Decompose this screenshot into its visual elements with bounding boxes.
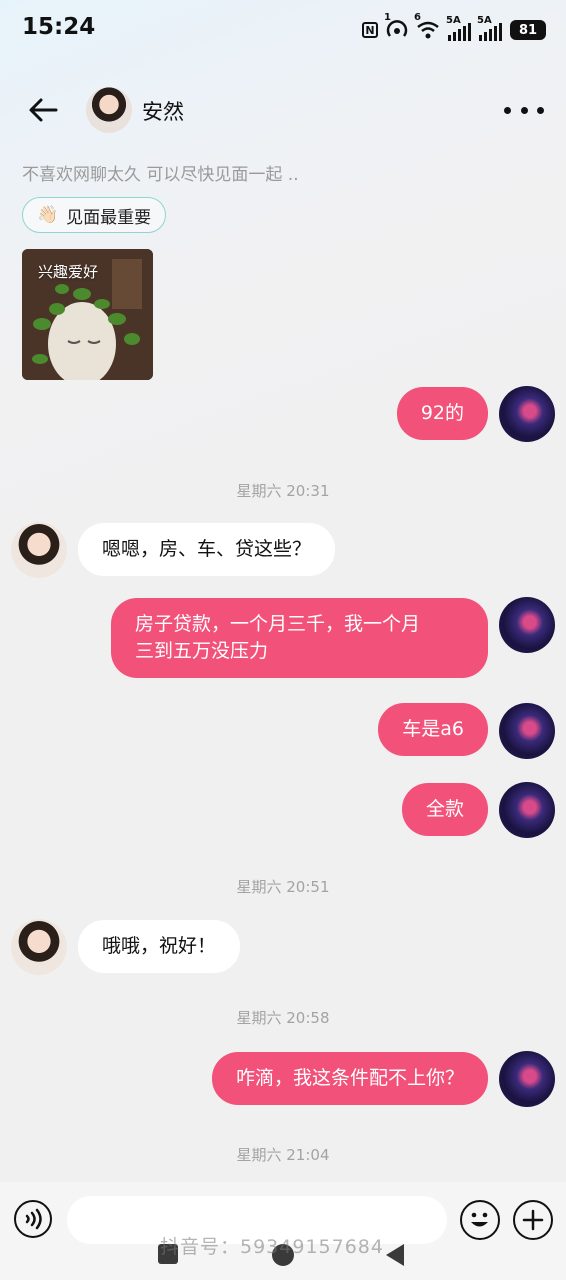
plus-icon bbox=[522, 1209, 544, 1231]
more-options-button[interactable] bbox=[504, 98, 544, 122]
contact-name[interactable]: 安然 bbox=[142, 96, 184, 126]
status-icons: N 1 6 5A 5A 81 bbox=[362, 12, 546, 44]
photo-label: 兴趣爱好 bbox=[38, 263, 99, 281]
smiley-icon bbox=[471, 1212, 488, 1227]
sim2-label: 5A bbox=[477, 15, 492, 26]
contact-avatar[interactable] bbox=[86, 87, 132, 133]
arrow-left-icon bbox=[29, 98, 58, 122]
message-line: 房子贷款，一个月三千，我一个月 bbox=[135, 613, 421, 635]
waving-hand-icon: 👋🏻 bbox=[37, 205, 59, 225]
timestamp: 星期六 20:31 bbox=[236, 482, 330, 500]
contact-avatar-small[interactable] bbox=[11, 919, 67, 975]
add-attachment-button[interactable] bbox=[513, 1200, 553, 1240]
my-avatar[interactable] bbox=[499, 386, 555, 442]
interest-photo[interactable]: 兴趣爱好 bbox=[22, 249, 153, 380]
douyin-watermark: 抖音号：59349157684 bbox=[160, 1236, 384, 1258]
back-button[interactable] bbox=[26, 93, 60, 127]
my-avatar[interactable] bbox=[499, 703, 555, 759]
message-bubble-outgoing[interactable]: 房子贷款，一个月三千，我一个月 三到五万没压力 bbox=[111, 598, 488, 678]
sim1-label: 5A bbox=[446, 15, 461, 26]
signal-icon-sim1: 5A bbox=[446, 15, 471, 41]
voice-button[interactable] bbox=[14, 1200, 52, 1238]
my-avatar[interactable] bbox=[499, 1051, 555, 1107]
signal-icon-sim2: 5A bbox=[477, 15, 502, 41]
battery-icon: 81 bbox=[510, 20, 546, 40]
message-line: 三到五万没压力 bbox=[135, 640, 269, 662]
wifi-icon: 6 bbox=[414, 12, 440, 44]
message-bubble-outgoing[interactable]: 全款 bbox=[401, 783, 488, 836]
tag-label: 见面最重要 bbox=[66, 207, 152, 228]
timestamp: 星期六 21:04 bbox=[236, 1146, 330, 1164]
hotspot-icon: 1 bbox=[384, 12, 408, 44]
message-bubble-incoming[interactable]: 嗯嗯，房、车、贷这些？ bbox=[78, 523, 336, 576]
wifi-count: 6 bbox=[414, 12, 421, 23]
contact-bio: 不喜欢网聊太久 可以尽快见面一起 .. bbox=[22, 165, 299, 185]
contact-avatar-small[interactable] bbox=[11, 522, 67, 578]
my-avatar[interactable] bbox=[499, 597, 555, 653]
hotspot-count: 1 bbox=[384, 12, 391, 23]
timestamp: 星期六 20:58 bbox=[236, 1009, 330, 1027]
timestamp: 星期六 20:51 bbox=[236, 878, 330, 896]
status-time: 15:24 bbox=[22, 14, 96, 40]
message-bubble-incoming[interactable]: 哦哦，祝好！ bbox=[78, 920, 241, 973]
my-avatar[interactable] bbox=[499, 782, 555, 838]
message-bubble-outgoing[interactable]: 92的 bbox=[396, 387, 488, 440]
voice-icon bbox=[25, 1208, 42, 1230]
emoji-button[interactable] bbox=[460, 1200, 500, 1240]
system-back-button[interactable] bbox=[386, 1244, 404, 1266]
message-bubble-outgoing[interactable]: 车是a6 bbox=[378, 703, 488, 756]
more-dots-icon bbox=[504, 106, 511, 114]
interest-tag[interactable]: 👋🏻 见面最重要 bbox=[22, 197, 167, 233]
nfc-icon: N bbox=[362, 22, 378, 38]
message-bubble-outgoing[interactable]: 咋滴，我这条件配不上你？ bbox=[211, 1052, 488, 1105]
